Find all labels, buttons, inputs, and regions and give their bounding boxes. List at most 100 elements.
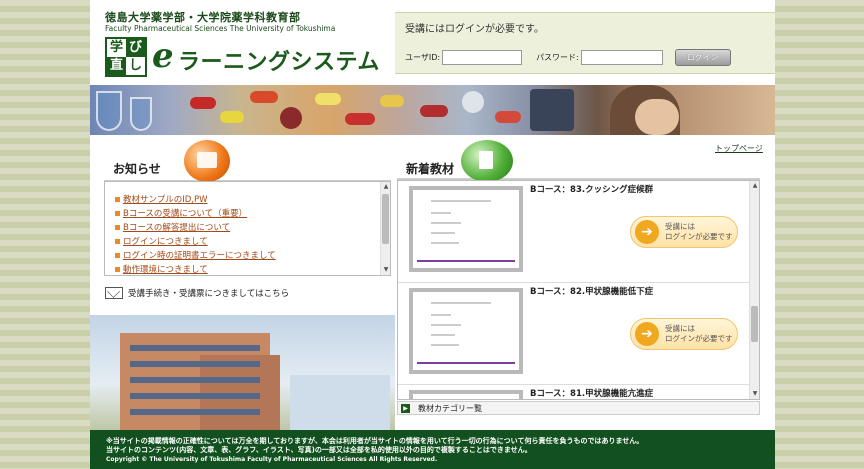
login-required-text: 受講には ログインが必要です — [665, 324, 733, 343]
news-item-label: ログイン時の証明書エラーにつきまして — [123, 251, 276, 261]
pill-shape — [190, 97, 216, 109]
pill-shape — [380, 95, 404, 107]
news-item[interactable]: 動作環境につきまして — [115, 262, 276, 276]
window-row — [130, 409, 260, 415]
login-required-button[interactable]: ➔ 受講には ログインが必要です — [630, 318, 738, 350]
login-button[interactable]: ログイン — [674, 48, 731, 66]
university-name-en: Faculty Pharmaceutical Sciences The Univ… — [105, 24, 336, 33]
login-message: 受講にはログインが必要です。 — [405, 24, 544, 35]
pill-shape — [250, 91, 278, 103]
application-link[interactable]: 受講手続き・受講票につきましてはこちら — [105, 287, 289, 299]
window-row — [130, 345, 260, 351]
news-item[interactable]: ログイン時の証明書エラーにつきまして — [115, 248, 276, 262]
news-title: お知らせ — [113, 162, 161, 176]
login-form: ユーザID: パスワード: ログイン — [405, 48, 731, 66]
logo-char: 直 — [107, 57, 126, 75]
category-list-link[interactable]: ▶ 教材カテゴリー覧 — [397, 401, 760, 415]
news-item[interactable]: Bコースの解答提出について — [115, 220, 276, 234]
footer-disclaimer: ※当サイトの掲載情報の正確性については万全を期しておりますが、本会は利用者が当サ… — [106, 437, 644, 445]
footer-copy-notice: 当サイトのコンテンツ(内容、文章、表、グラフ、イラスト、写真)の一部又は全部を私… — [106, 446, 532, 454]
news-item[interactable]: 教材サンプルのID,PW — [115, 192, 276, 206]
campus-building-image — [90, 315, 395, 430]
category-list-text: 教材カテゴリー覧 — [418, 403, 482, 413]
header: 徳島大学薬学部・大学院薬学科教育部 Faculty Pharmaceutical… — [90, 0, 775, 85]
news-list: 教材サンプルのID,PW Bコースの受講について（重要） Bコースの解答提出につ… — [115, 192, 276, 276]
new-materials-title: 新着教材 — [406, 162, 455, 176]
envelope-icon — [105, 287, 123, 299]
pill-shape — [462, 91, 484, 113]
news-item-label: Bコースの受講について（重要） — [123, 209, 248, 219]
e-logo-mark: e — [152, 36, 174, 76]
scroll-down-icon[interactable]: ▼ — [750, 389, 759, 399]
userid-input[interactable] — [442, 49, 523, 65]
slide-preview — [413, 190, 519, 268]
bullet-icon — [115, 238, 120, 244]
material-thumbnail[interactable] — [409, 186, 523, 272]
logo-char: び — [126, 39, 145, 57]
bullet-icon — [115, 252, 120, 258]
logo-char: し — [128, 58, 142, 73]
document-icon — [461, 140, 513, 182]
new-materials-header: 新着教材 — [397, 140, 760, 182]
window-row — [130, 377, 260, 383]
news-item[interactable]: Bコースの受講について（重要） — [115, 206, 276, 220]
news-item-label: 教材サンプルのID,PW — [123, 195, 208, 205]
userid-label: ユーザID: — [405, 52, 441, 62]
pill-shape — [345, 113, 375, 125]
material-item[interactable]: Bコース：81.甲状腺機能亢進症 — [398, 385, 751, 399]
material-title[interactable]: Bコース：81.甲状腺機能亢進症 — [530, 387, 653, 399]
footer-copyright: Copyright © The University of Tokushima … — [106, 456, 438, 463]
material-item[interactable]: Bコース：82.甲状腺機能低下症 ➔ 受講には ログインが必要です — [398, 283, 751, 385]
bullet-icon — [115, 266, 120, 272]
news-item-label: ログインにつきまして — [123, 237, 208, 247]
window-row — [130, 361, 260, 367]
news-list-frame: 教材サンプルのID,PW Bコースの受講について（重要） Bコースの解答提出につ… — [104, 181, 391, 276]
manabinaoshi-logo[interactable]: 学 び 直 し — [105, 37, 147, 77]
scroll-up-icon[interactable]: ▲ — [381, 182, 391, 192]
bullet-icon — [115, 196, 120, 202]
new-materials-list: Bコース：83.クッシング症候群 ➔ 受講には ログインが必要です Bコース：8… — [397, 180, 760, 400]
news-scrollbar[interactable]: ▲ ▼ — [380, 182, 390, 275]
bullet-icon — [115, 224, 120, 230]
bullet-icon — [115, 210, 120, 216]
speaker-glyph — [197, 152, 217, 168]
login-required-text: 受講には ログインが必要です — [665, 222, 733, 241]
arrow-right-icon: ➔ — [635, 322, 659, 346]
flask-shape — [96, 91, 122, 131]
material-title[interactable]: Bコース：83.クッシング症候群 — [530, 183, 653, 195]
password-input[interactable] — [580, 49, 663, 65]
scroll-up-icon[interactable]: ▲ — [750, 181, 759, 191]
site-title[interactable]: ラーニングシステム — [178, 44, 380, 76]
window-row — [130, 393, 260, 399]
university-name-jp: 徳島大学薬学部・大学院薬学科教育部 — [105, 11, 301, 24]
news-item-label: Bコースの解答提出について — [123, 223, 231, 233]
document-glyph — [479, 151, 493, 169]
speaker-icon — [184, 140, 230, 182]
scroll-thumb[interactable] — [751, 306, 758, 342]
material-item[interactable]: Bコース：83.クッシング症候群 ➔ 受講には ログインが必要です — [398, 181, 751, 283]
pill-shape — [220, 111, 244, 123]
slide-preview — [413, 394, 519, 399]
pill-shape — [315, 93, 341, 105]
footer: ※当サイトの掲載情報の正確性については万全を期しておりますが、本会は利用者が当サ… — [90, 430, 775, 469]
logo-char: 学 — [109, 40, 123, 55]
news-item[interactable]: ログインにつきまして — [115, 234, 276, 248]
pill-shape — [495, 111, 521, 123]
login-panel: 受講にはログインが必要です。 ユーザID: パスワード: ログイン — [395, 12, 775, 74]
material-title[interactable]: Bコース：82.甲状腺機能低下症 — [530, 285, 653, 297]
microscope-shape — [530, 89, 574, 131]
new-materials-section: 新着教材 Bコース：83.クッシング症候群 ➔ 受講には ログインが必要です B… — [397, 140, 760, 400]
new-materials-scrollbar[interactable]: ▲ ▼ — [749, 181, 759, 399]
scroll-thumb[interactable] — [382, 194, 389, 244]
slide-preview — [413, 292, 519, 370]
login-required-button[interactable]: ➔ 受講には ログインが必要です — [630, 216, 738, 248]
material-thumbnail[interactable] — [409, 288, 523, 374]
application-link-text: 受講手続き・受講票につきましてはこちら — [128, 289, 290, 299]
news-header: お知らせ — [104, 140, 391, 182]
header-banner-image — [90, 85, 775, 135]
news-section: お知らせ 教材サンプルのID,PW Bコースの受講について（重要） Bコースの解… — [104, 140, 391, 276]
pill-shape — [420, 105, 448, 117]
page: 徳島大学薬学部・大学院薬学科教育部 Faculty Pharmaceutical… — [90, 0, 775, 469]
scroll-down-icon[interactable]: ▼ — [381, 265, 391, 275]
material-thumbnail[interactable] — [409, 390, 523, 399]
